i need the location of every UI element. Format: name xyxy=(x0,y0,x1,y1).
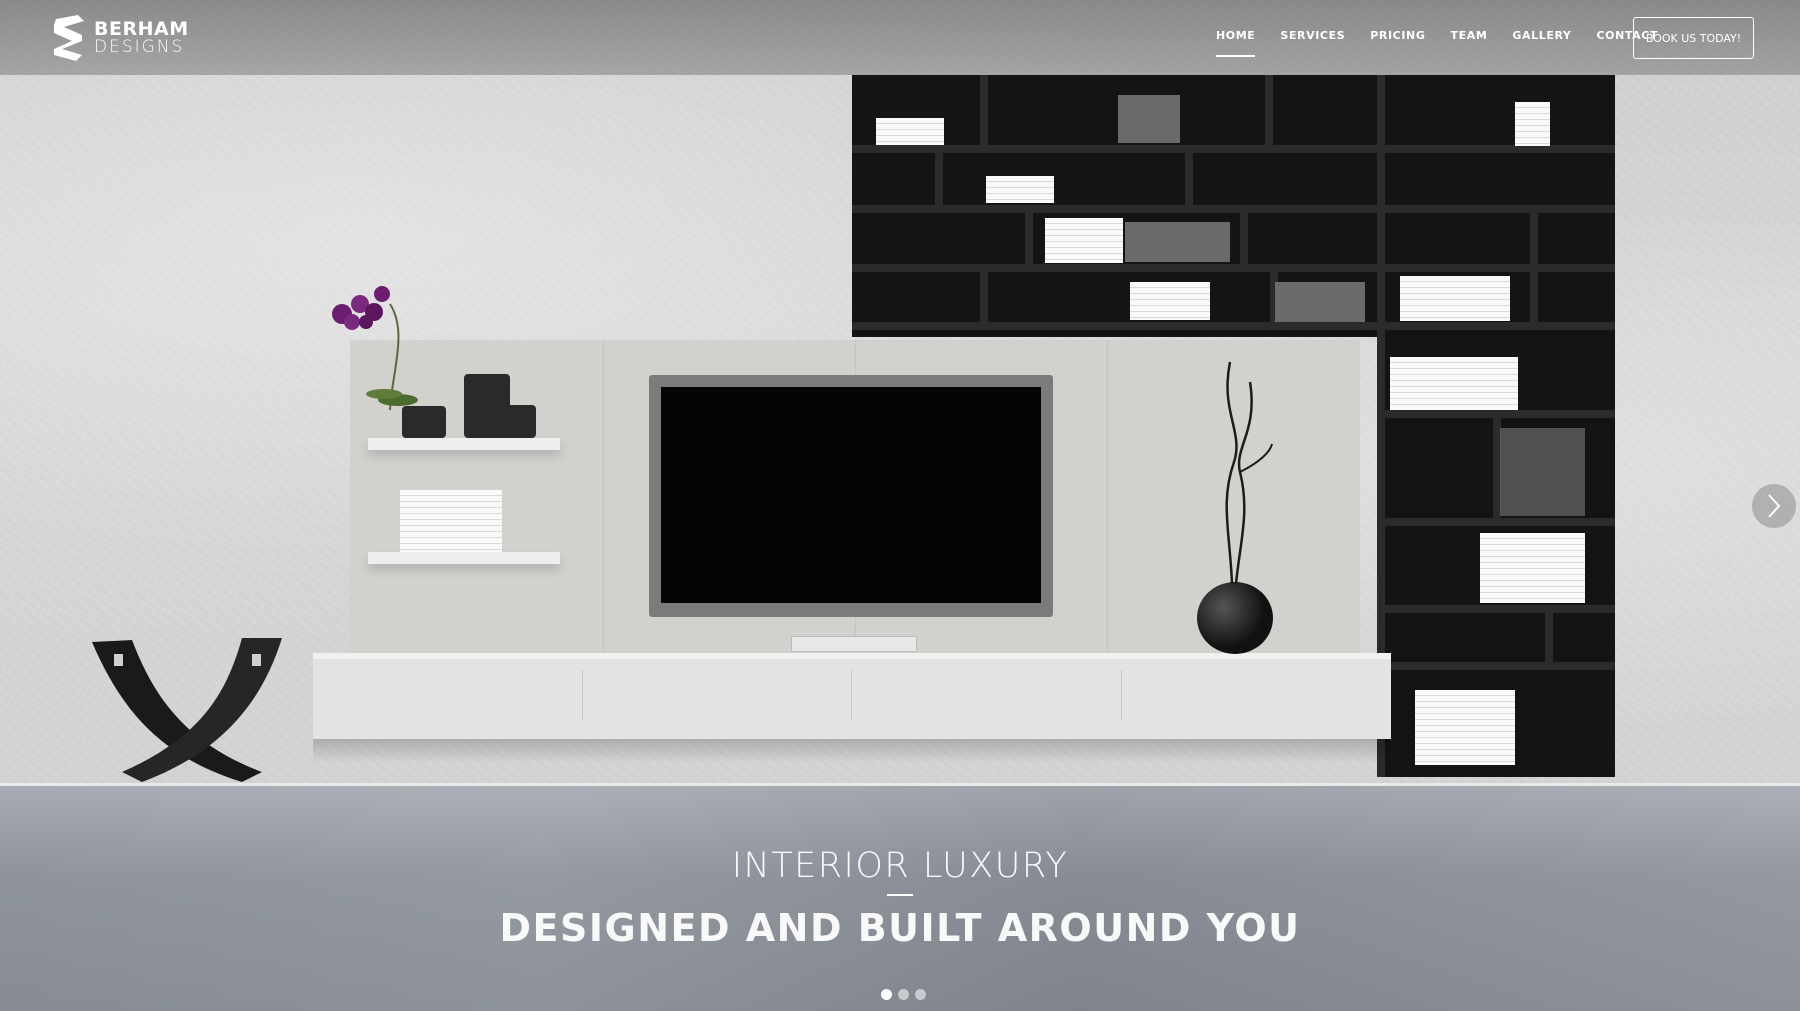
drawer-seam xyxy=(851,670,852,720)
media-console xyxy=(313,653,1391,739)
decor-vase xyxy=(492,405,536,438)
bookcase-shelf xyxy=(852,205,1615,213)
nav-gallery[interactable]: GALLERY xyxy=(1512,29,1571,42)
bookcase-divider xyxy=(935,145,943,207)
shelf-backlight xyxy=(1118,95,1180,143)
book-stack xyxy=(1400,276,1510,321)
floating-shelf xyxy=(368,552,560,564)
bookcase-shelf xyxy=(1380,605,1615,613)
bookcase-divider xyxy=(1025,205,1033,265)
bookcase-divider xyxy=(1265,75,1273,147)
shelf-backlight xyxy=(1275,282,1365,322)
book-us-button[interactable]: BOOK US TODAY! xyxy=(1633,17,1754,59)
floor-edge xyxy=(0,783,1800,786)
slider-dot-3[interactable] xyxy=(915,989,926,1000)
book-stack xyxy=(986,176,1054,203)
book-stack xyxy=(876,118,944,145)
caption-divider xyxy=(887,894,913,896)
bookcase-divider xyxy=(980,75,988,147)
bookcase-shelf xyxy=(1380,662,1615,670)
slider-dot-2[interactable] xyxy=(898,989,909,1000)
sculpture-branches xyxy=(1225,361,1273,585)
bookcase-divider xyxy=(980,264,988,324)
book-stack xyxy=(1480,533,1585,603)
slide-subtitle: INTERIOR LUXURY xyxy=(731,846,1069,886)
slide-caption: INTERIOR LUXURY DESIGNED AND BUILT AROUN… xyxy=(0,846,1800,950)
panel-seam xyxy=(603,340,604,655)
bookcase-shelf xyxy=(852,322,1615,330)
book-stack xyxy=(400,490,502,552)
slide-title: DESIGNED AND BUILT AROUND YOU xyxy=(499,906,1301,950)
brand-tagline: DESIGNS xyxy=(94,37,185,57)
designer-chair xyxy=(92,638,282,782)
book-stack xyxy=(1415,690,1515,765)
tv-screen xyxy=(661,387,1041,603)
site-header: BERHAM DESIGNS HOME SERVICES PRICING TEA… xyxy=(0,0,1800,75)
book-stack xyxy=(1130,282,1210,320)
bookcase-divider xyxy=(1545,605,1553,665)
chevron-right-icon xyxy=(1768,494,1781,518)
slider-pagination xyxy=(881,989,932,1000)
slider-dot-1[interactable] xyxy=(881,989,892,1000)
bookcase-shelf xyxy=(852,145,1615,153)
shelf-backlight xyxy=(1500,428,1585,516)
nav-pricing[interactable]: PRICING xyxy=(1370,29,1425,42)
bookcase-shelf xyxy=(852,264,1615,272)
orchid-plant xyxy=(332,286,418,411)
drawer-seam xyxy=(582,670,583,720)
slider-next-button[interactable] xyxy=(1752,484,1796,528)
logo-mark-icon xyxy=(54,15,84,61)
nav-home[interactable]: HOME xyxy=(1216,29,1256,57)
sculpture-vase xyxy=(1197,582,1273,654)
shelf-backlight xyxy=(1125,222,1230,262)
drawer-seam xyxy=(1121,670,1122,720)
book-stack xyxy=(1515,102,1550,146)
panel-seam xyxy=(1107,340,1108,655)
console-shadow xyxy=(313,739,1391,763)
floating-shelf xyxy=(368,438,560,450)
media-player xyxy=(791,636,917,652)
main-nav: HOME SERVICES PRICING TEAM GALLERY CONTA… xyxy=(1216,29,1683,57)
bookcase-divider xyxy=(1185,145,1193,207)
book-stack xyxy=(1390,357,1518,410)
brand-wordmark: BERHAM DESIGNS xyxy=(94,20,189,56)
bookcase-divider xyxy=(1530,205,1538,325)
brand-logo[interactable]: BERHAM DESIGNS xyxy=(52,12,192,64)
nav-team[interactable]: TEAM xyxy=(1450,29,1487,42)
bookcase-divider xyxy=(1240,205,1248,265)
book-stack xyxy=(1045,218,1123,263)
nav-services[interactable]: SERVICES xyxy=(1280,29,1345,42)
